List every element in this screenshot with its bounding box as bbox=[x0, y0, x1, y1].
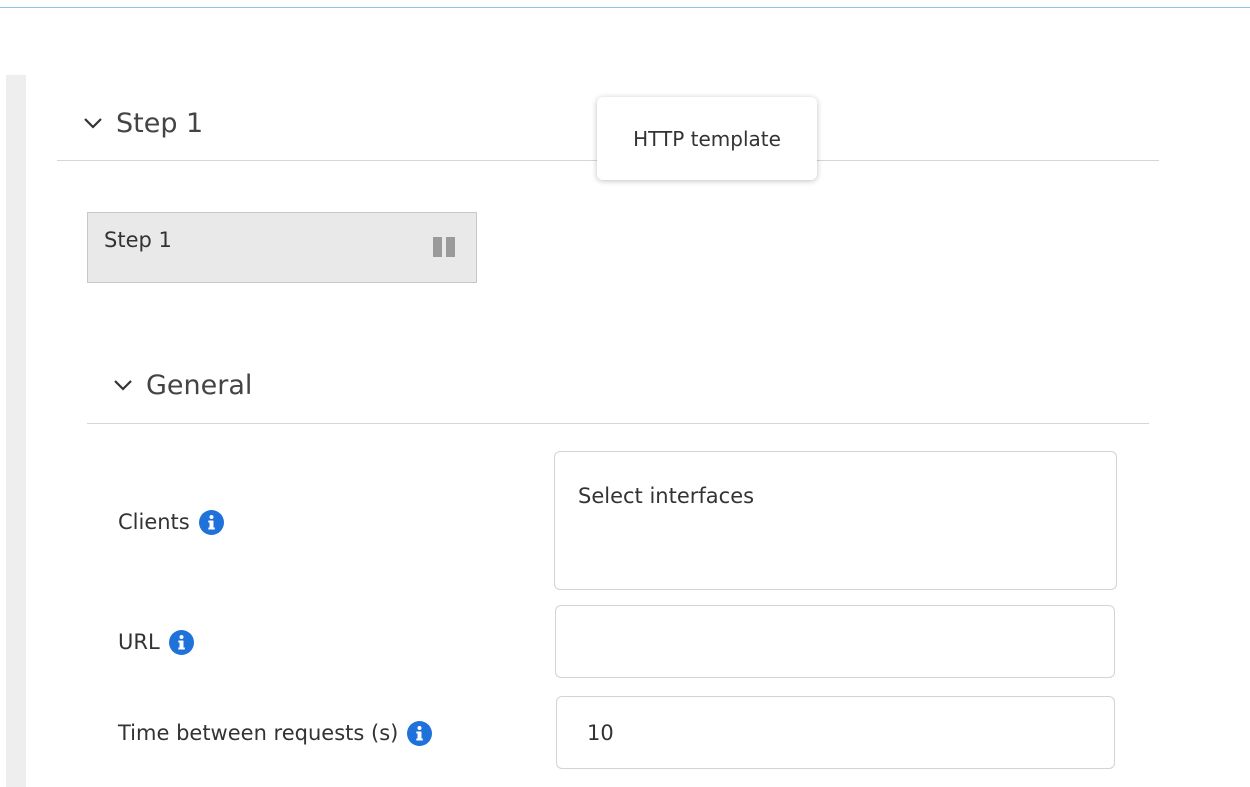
time-between-requests-label: Time between requests (s) bbox=[118, 721, 399, 745]
clients-label-row: Clients bbox=[118, 507, 224, 537]
general-section-toggle[interactable]: General bbox=[112, 365, 252, 405]
clients-select[interactable]: Select interfaces bbox=[554, 451, 1117, 590]
general-section-title: General bbox=[146, 369, 253, 401]
step-chip-label: Step 1 bbox=[104, 228, 172, 252]
tooltip: HTTP template bbox=[597, 97, 817, 180]
time-between-requests-value: 10 bbox=[587, 721, 614, 745]
step-chip[interactable]: Step 1 bbox=[87, 212, 477, 283]
url-label-row: URL bbox=[118, 627, 194, 657]
top-divider bbox=[0, 7, 1250, 8]
chevron-down-icon bbox=[112, 374, 134, 396]
info-icon[interactable] bbox=[198, 509, 224, 535]
time-label-row: Time between requests (s) bbox=[118, 718, 433, 748]
info-icon[interactable] bbox=[407, 720, 433, 746]
pause-icon[interactable] bbox=[433, 237, 457, 257]
url-input[interactable] bbox=[555, 605, 1115, 678]
time-between-requests-input[interactable]: 10 bbox=[556, 696, 1115, 769]
clients-label: Clients bbox=[118, 510, 190, 534]
left-scroll-track bbox=[6, 75, 26, 787]
chevron-down-icon bbox=[82, 112, 104, 134]
clients-placeholder: Select interfaces bbox=[578, 484, 755, 508]
general-section-divider bbox=[87, 423, 1149, 424]
info-icon[interactable] bbox=[168, 629, 194, 655]
url-label: URL bbox=[118, 630, 160, 654]
step-section-toggle[interactable]: Step 1 bbox=[82, 103, 203, 143]
step-section-title: Step 1 bbox=[116, 107, 204, 139]
